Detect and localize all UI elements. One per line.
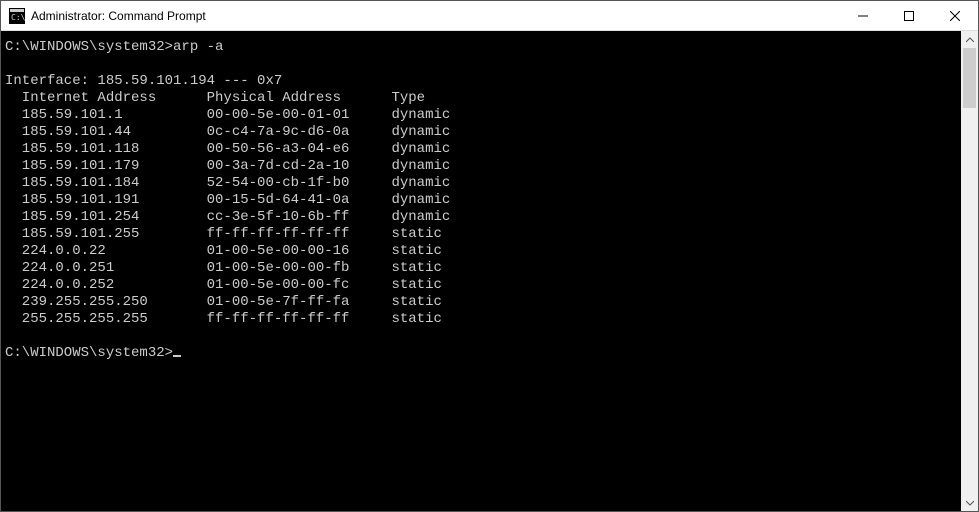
console-wrap: C:\WINDOWS\system32>arp -a Interface: 18…	[1, 31, 978, 511]
scroll-up-button[interactable]	[961, 31, 978, 48]
titlebar: C:\ Administrator: Command Prompt	[1, 1, 978, 31]
cmd-icon: C:\	[9, 8, 25, 24]
terminal-cursor	[173, 355, 181, 357]
svg-text:C:\: C:\	[11, 13, 25, 22]
minimize-button[interactable]	[840, 1, 886, 30]
terminal-output[interactable]: C:\WINDOWS\system32>arp -a Interface: 18…	[1, 31, 961, 511]
maximize-button[interactable]	[886, 1, 932, 30]
scroll-track[interactable]	[961, 48, 978, 494]
close-button[interactable]	[932, 1, 978, 30]
scroll-down-button[interactable]	[961, 494, 978, 511]
scroll-thumb[interactable]	[963, 48, 976, 108]
window-title: Administrator: Command Prompt	[31, 9, 840, 23]
window-controls	[840, 1, 978, 30]
vertical-scrollbar[interactable]	[961, 31, 978, 511]
